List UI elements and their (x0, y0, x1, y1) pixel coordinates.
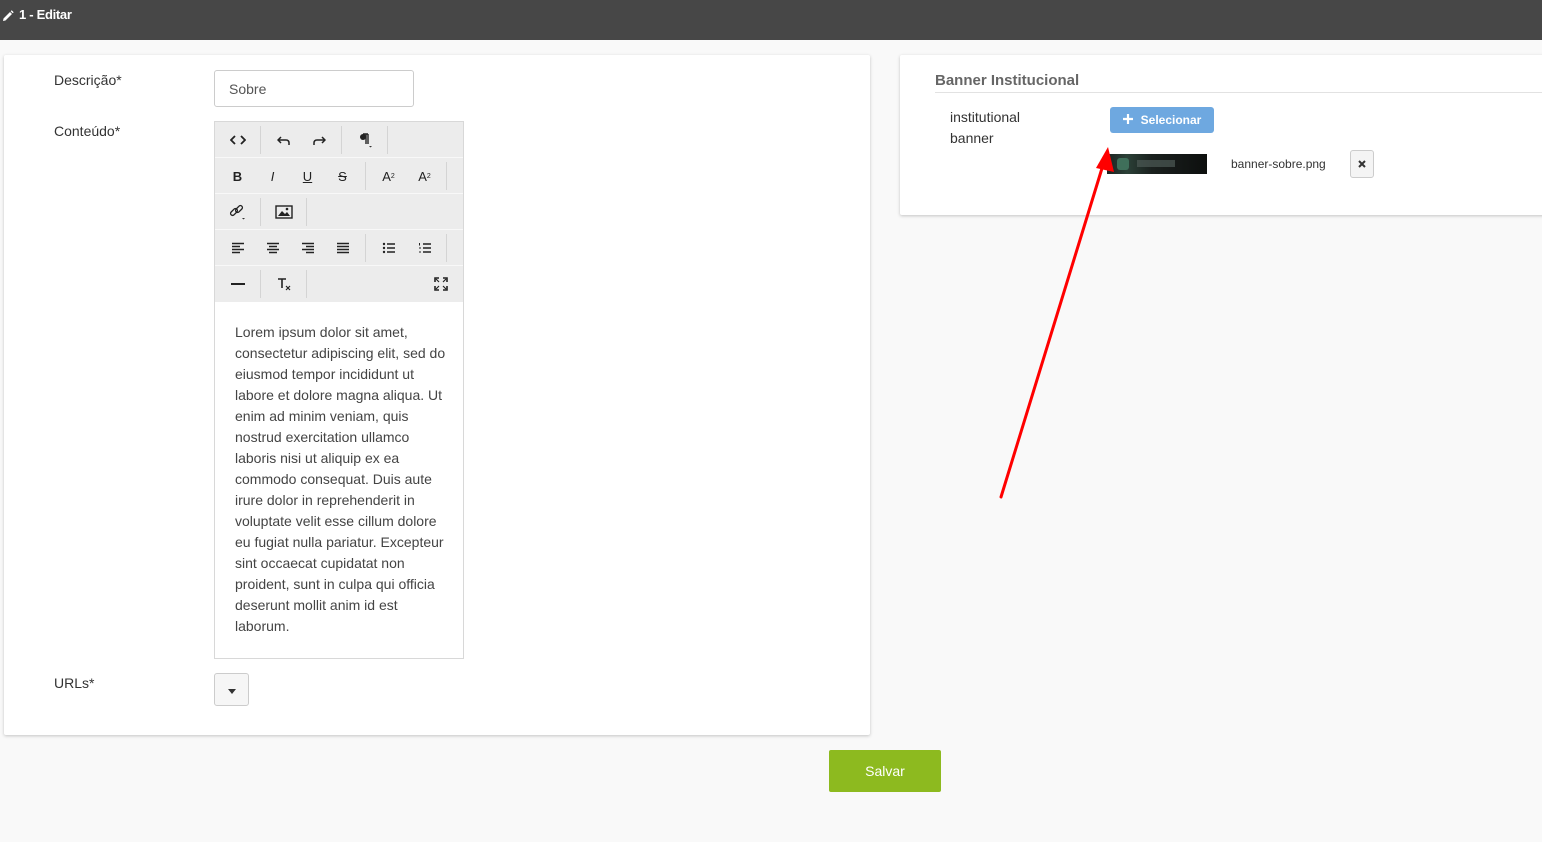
align-center-icon[interactable] (255, 230, 290, 266)
underline-icon[interactable]: U (290, 158, 325, 194)
align-right-icon[interactable] (290, 230, 325, 266)
remove-file-button[interactable] (1350, 150, 1374, 178)
plus-icon (1122, 113, 1133, 127)
insert-image-icon[interactable] (266, 194, 301, 230)
top-bar: 1 - Editar (0, 0, 1542, 40)
fullscreen-icon[interactable] (423, 266, 458, 302)
banner-thumbnail (1107, 154, 1207, 174)
toolbar-row (215, 266, 463, 302)
strikethrough-icon[interactable]: S (325, 158, 360, 194)
toolbar-row: B I U S A2 A2 (215, 158, 463, 194)
bold-icon[interactable]: B (220, 158, 255, 194)
urls-label: URLs* (54, 675, 95, 691)
align-justify-icon[interactable] (325, 230, 360, 266)
insert-link-icon[interactable] (220, 194, 255, 230)
clear-formatting-icon[interactable] (266, 266, 301, 302)
banner-file-name: banner-sobre.png (1231, 157, 1326, 171)
caret-down-icon (227, 681, 236, 699)
select-button[interactable]: Selecionar (1110, 107, 1214, 133)
ordered-list-icon[interactable] (407, 230, 442, 266)
banner-panel: Banner Institucional institutional banne… (900, 55, 1542, 215)
divider (935, 92, 1542, 93)
descricao-label: Descrição* (54, 72, 122, 88)
save-button[interactable]: Salvar (829, 750, 941, 792)
edit-form-panel: Descrição* Conteúdo* (4, 55, 870, 735)
toolbar-row (215, 122, 463, 158)
urls-dropdown-button[interactable] (214, 673, 249, 706)
horizontal-line-icon[interactable] (220, 266, 255, 302)
paragraph-format-icon[interactable] (347, 122, 382, 158)
subscript-icon[interactable]: A2 (407, 158, 442, 194)
select-button-label: Selecionar (1140, 113, 1202, 127)
rich-text-editor: B I U S A2 A2 Lorem ipsum dolor sit amet… (214, 121, 464, 659)
undo-icon[interactable] (266, 122, 301, 158)
toolbar-row (215, 230, 463, 266)
redo-icon[interactable] (301, 122, 336, 158)
editor-toolbar: B I U S A2 A2 (215, 122, 463, 302)
italic-icon[interactable]: I (255, 158, 290, 194)
unordered-list-icon[interactable] (371, 230, 406, 266)
institutional-banner-label: institutional banner (950, 109, 1021, 146)
page-title: 1 - Editar (19, 7, 72, 22)
superscript-icon[interactable]: A2 (371, 158, 406, 194)
close-icon (1358, 157, 1366, 171)
align-left-icon[interactable] (220, 230, 255, 266)
code-view-icon[interactable] (220, 122, 255, 158)
banner-section-title: Banner Institucional (935, 72, 1080, 89)
editor-content[interactable]: Lorem ipsum dolor sit amet, consectetur … (235, 322, 447, 637)
pencil-icon (2, 9, 14, 27)
toolbar-row (215, 194, 463, 230)
descricao-input[interactable] (214, 70, 414, 107)
conteudo-label: Conteúdo* (54, 123, 121, 139)
